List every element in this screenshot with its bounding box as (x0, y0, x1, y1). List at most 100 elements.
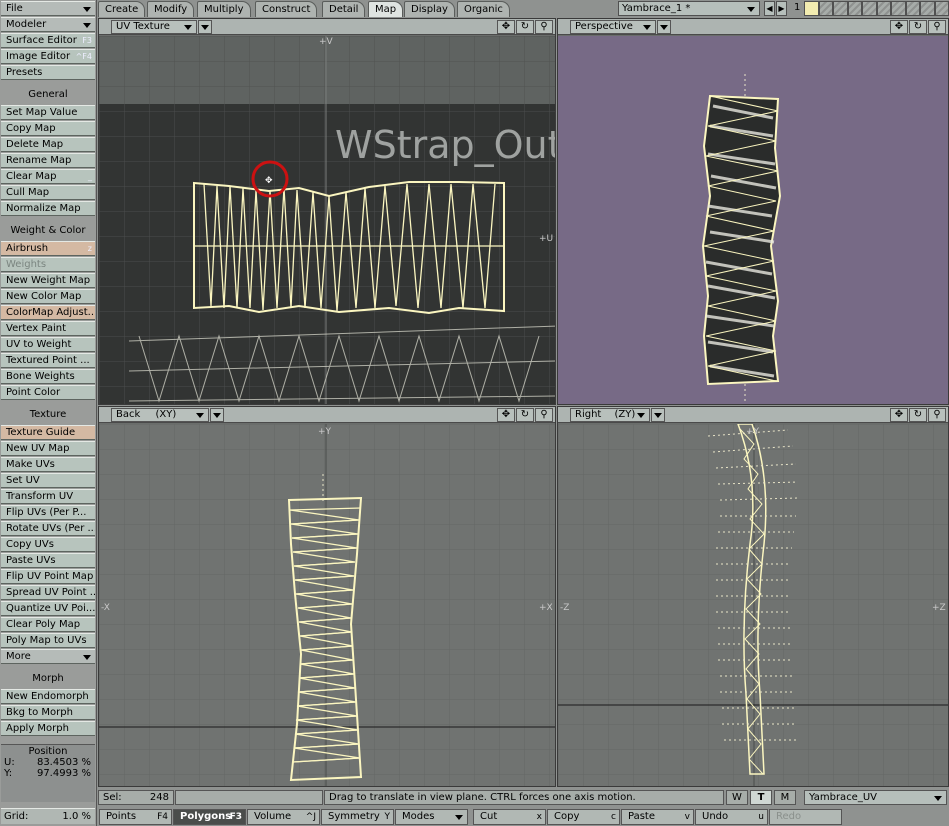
copy-map-button[interactable]: Copy Map (1, 121, 95, 136)
normalize-map-button[interactable]: Normalize Map (1, 201, 95, 216)
layer-7[interactable] (891, 1, 906, 16)
render-mode-dropdown[interactable] (210, 408, 224, 422)
layer-3[interactable] (833, 1, 848, 16)
set-map-value-button[interactable]: Set Map Value (1, 105, 95, 120)
rotate-view-icon[interactable]: ↻ (909, 20, 927, 34)
move-view-icon[interactable]: ✥ (497, 20, 515, 34)
uv-texture-viewport[interactable]: UV Texture ✥ ↻ ⚲ WStrap_Ou ✥ +V +U (98, 18, 556, 405)
more-menu[interactable]: More (1, 649, 95, 664)
zoom-view-icon[interactable]: ⚲ (928, 408, 946, 422)
vertex-paint-button[interactable]: Vertex Paint (1, 321, 95, 336)
layer-4[interactable] (847, 1, 862, 16)
uv-to-weight-button[interactable]: UV to Weight (1, 337, 95, 352)
zoom-view-icon[interactable]: ⚲ (535, 408, 553, 422)
symmetry-button[interactable]: Symmetry Y (321, 809, 394, 825)
next-object-button[interactable]: ▶ (776, 1, 787, 16)
object-selector[interactable]: Yambrace_1 * (618, 1, 760, 16)
view-type-dropdown[interactable]: Right (ZY) (570, 408, 650, 422)
w-toggle[interactable]: W (726, 790, 748, 805)
modes-menu[interactable]: Modes (395, 809, 468, 825)
copy-button[interactable]: Copy c (547, 809, 620, 825)
rotate-view-icon[interactable]: ↻ (516, 20, 534, 34)
texture-guide-button[interactable]: Texture Guide (1, 425, 95, 440)
point-color-button[interactable]: Point Color (1, 385, 95, 400)
colormap-adjust-button[interactable]: ColorMap Adjust... (1, 305, 95, 320)
rotate-uvs-button[interactable]: Rotate UVs (Per ... (1, 521, 95, 536)
layer-6[interactable] (876, 1, 891, 16)
surface-editor-button[interactable]: Surface Editor F3 (1, 33, 95, 48)
tab-create[interactable]: Create (98, 1, 146, 17)
paste-uvs-button[interactable]: Paste UVs (1, 553, 95, 568)
polygons-mode-button[interactable]: Polygons F3 (173, 809, 246, 825)
layer-2[interactable] (818, 1, 833, 16)
delete-map-button[interactable]: Delete Map (1, 137, 95, 152)
perspective-viewport[interactable]: Perspective ✥ ↻ ⚲ (557, 18, 949, 405)
apply-morph-button[interactable]: Apply Morph (1, 721, 95, 736)
prev-object-button[interactable]: ◀ (764, 1, 775, 16)
layer-9[interactable] (920, 1, 935, 16)
tab-modify[interactable]: Modify (147, 1, 195, 17)
quantize-uv-button[interactable]: Quantize UV Poi... (1, 601, 95, 616)
layer-8[interactable] (905, 1, 920, 16)
volume-mode-button[interactable]: Volume ^J (247, 809, 320, 825)
vmap-selector[interactable]: Yambrace_UV (804, 790, 947, 805)
m-toggle[interactable]: M (774, 790, 796, 805)
view-type-dropdown[interactable]: UV Texture (111, 20, 197, 34)
new-uv-map-button[interactable]: New UV Map (1, 441, 95, 456)
move-view-icon[interactable]: ✥ (890, 408, 908, 422)
tab-map[interactable]: Map (368, 1, 404, 17)
cull-map-button[interactable]: Cull Map (1, 185, 95, 200)
modeler-menu[interactable]: Modeler (1, 17, 95, 32)
back-canvas[interactable]: +Y -X +X (99, 424, 555, 786)
new-color-map-button[interactable]: New Color Map (1, 289, 95, 304)
textured-point-button[interactable]: Textured Point ... (1, 353, 95, 368)
new-weight-map-button[interactable]: New Weight Map (1, 273, 95, 288)
image-editor-button[interactable]: Image Editor ^F4 (1, 49, 95, 64)
render-mode-dropdown[interactable] (651, 408, 665, 422)
right-viewport[interactable]: Right (ZY) ✥ ↻ ⚲ +Y -Z +Z (557, 406, 949, 787)
redo-button[interactable]: Redo (769, 809, 842, 825)
clear-poly-map-button[interactable]: Clear Poly Map (1, 617, 95, 632)
points-mode-button[interactable]: Points F4 (99, 809, 172, 825)
transform-uv-button[interactable]: Transform UV (1, 489, 95, 504)
render-mode-dropdown[interactable] (657, 20, 671, 34)
view-type-dropdown[interactable]: Back (XY) (111, 408, 209, 422)
make-uvs-button[interactable]: Make UVs (1, 457, 95, 472)
layer-10[interactable] (934, 1, 949, 16)
right-canvas[interactable]: +Y -Z +Z (558, 424, 948, 786)
tab-construct[interactable]: Construct (255, 1, 318, 17)
perspective-canvas[interactable] (558, 36, 948, 404)
spread-uv-point-button[interactable]: Spread UV Point ... (1, 585, 95, 600)
new-endomorph-button[interactable]: New Endomorph (1, 689, 95, 704)
numeric-field[interactable] (175, 790, 323, 805)
weights-button[interactable]: Weights (1, 257, 95, 272)
clear-map-button[interactable]: Clear Map _ (1, 169, 95, 184)
tab-display[interactable]: Display (404, 1, 455, 17)
cut-button[interactable]: Cut x (473, 809, 546, 825)
poly-map-to-uvs-button[interactable]: Poly Map to UVs (1, 633, 95, 648)
presets-button[interactable]: Presets (1, 65, 95, 80)
set-uv-button[interactable]: Set UV (1, 473, 95, 488)
tab-multiply[interactable]: Multiply (197, 1, 251, 17)
rename-map-button[interactable]: Rename Map (1, 153, 95, 168)
paste-button[interactable]: Paste v (621, 809, 694, 825)
flip-uv-point-map-button[interactable]: Flip UV Point Map (1, 569, 95, 584)
t-toggle[interactable]: T (750, 790, 772, 805)
move-view-icon[interactable]: ✥ (890, 20, 908, 34)
layer-5[interactable] (862, 1, 877, 16)
bone-weights-button[interactable]: Bone Weights (1, 369, 95, 384)
back-viewport[interactable]: Back (XY) ✥ ↻ ⚲ +Y -X +X (98, 406, 556, 787)
bkg-to-morph-button[interactable]: Bkg to Morph (1, 705, 95, 720)
layer-1[interactable] (804, 1, 819, 16)
view-type-dropdown[interactable]: Perspective (570, 20, 656, 34)
rotate-view-icon[interactable]: ↻ (516, 408, 534, 422)
copy-uvs-button[interactable]: Copy UVs (1, 537, 95, 552)
airbrush-button[interactable]: Airbrush z (1, 241, 95, 256)
render-mode-dropdown[interactable] (198, 20, 212, 34)
undo-button[interactable]: Undo u (695, 809, 768, 825)
uv-canvas[interactable]: WStrap_Oute ✥ +V +U (99, 36, 555, 404)
zoom-view-icon[interactable]: ⚲ (535, 20, 553, 34)
rotate-view-icon[interactable]: ↻ (909, 408, 927, 422)
move-view-icon[interactable]: ✥ (497, 408, 515, 422)
zoom-view-icon[interactable]: ⚲ (928, 20, 946, 34)
